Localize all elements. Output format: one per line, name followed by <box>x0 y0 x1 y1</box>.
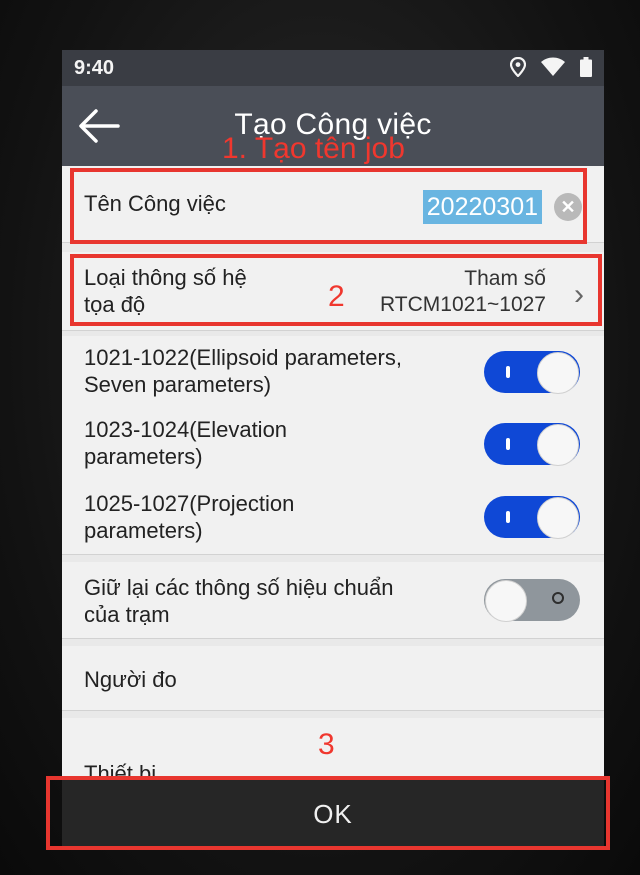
toggle-label-projection: 1025-1027(Projection parameters) <box>84 490 294 544</box>
toggle-label-line2: parameters) <box>84 444 203 469</box>
toggle-on-mark <box>506 438 510 450</box>
elevation-toggle[interactable] <box>484 423 580 466</box>
annotation-step2: 2 <box>328 280 345 313</box>
location-icon <box>510 57 526 77</box>
toggle-label-line2: Seven parameters) <box>84 372 272 397</box>
annotation-box-3 <box>46 776 610 850</box>
toggle-knob <box>485 580 527 622</box>
toggle-row-elevation: 1023-1024(Elevation parameters) <box>62 408 604 481</box>
toggle-label-line2: của trạm <box>84 602 170 627</box>
keep-calibration-toggle[interactable] <box>484 579 580 622</box>
toggle-label-line1: 1023-1024(Elevation <box>84 417 288 442</box>
annotation-step3: 3 <box>318 728 335 761</box>
status-time: 9:40 <box>74 57 115 79</box>
wifi-icon <box>541 57 565 76</box>
surveyor-row[interactable]: Người đo <box>62 646 604 711</box>
surveyor-label: Người đo <box>84 667 177 692</box>
toggle-row-ellipsoid: 1021-1022(Ellipsoid parameters, Seven pa… <box>62 336 604 409</box>
battery-icon <box>580 57 592 77</box>
toggle-on-mark <box>506 366 510 378</box>
toggle-label-elevation: 1023-1024(Elevation parameters) <box>84 416 287 470</box>
toggle-off-mark <box>552 592 564 604</box>
status-bar: 9:40 <box>62 50 604 86</box>
annotation-step1: 1. Tạo tên job <box>222 132 405 165</box>
projection-toggle[interactable] <box>484 496 580 539</box>
annotation-box-1 <box>70 168 587 244</box>
toggle-label-line1: Giữ lại các thông số hiệu chuẩn <box>84 575 394 600</box>
toggle-row-keep-calibration: Giữ lại các thông số hiệu chuẩn của trạm <box>62 562 604 639</box>
toggle-label-line1: 1021-1022(Ellipsoid parameters, <box>84 345 402 370</box>
toggle-label-ellipsoid: 1021-1022(Ellipsoid parameters, Seven pa… <box>84 344 402 398</box>
toggle-label-line1: 1025-1027(Projection <box>84 491 295 516</box>
toggle-knob <box>537 352 579 394</box>
toggle-on-mark <box>506 511 510 523</box>
ellipsoid-toggle[interactable] <box>484 351 580 394</box>
toggle-knob <box>537 497 579 539</box>
toggle-label-line2: parameters) <box>84 518 203 543</box>
toggle-knob <box>537 424 579 466</box>
status-icons <box>510 57 592 77</box>
toggle-label-keep-calibration: Giữ lại các thông số hiệu chuẩn của trạm <box>84 574 393 628</box>
toggle-row-projection: 1025-1027(Projection parameters) <box>62 480 604 555</box>
